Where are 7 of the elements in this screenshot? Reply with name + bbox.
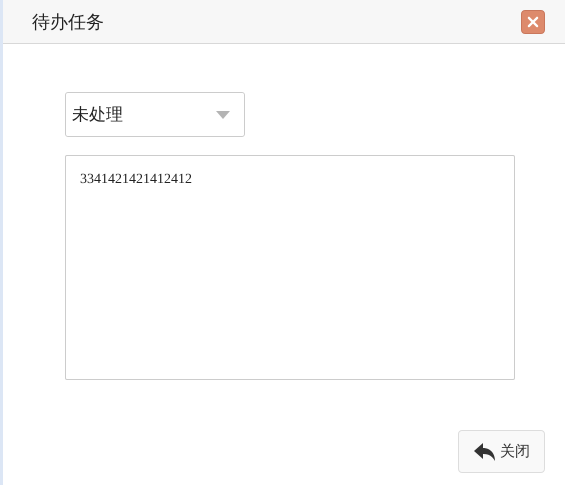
caret-icon bbox=[216, 110, 230, 118]
text-area[interactable]: 3341421421412412 bbox=[65, 155, 515, 380]
status-dropdown[interactable]: 未处理 bbox=[65, 92, 245, 137]
window-title: 待办任务 bbox=[32, 10, 104, 34]
close-icon[interactable] bbox=[521, 10, 545, 34]
close-button[interactable]: 关闭 bbox=[458, 430, 545, 473]
reply-arrow-icon bbox=[473, 442, 497, 462]
